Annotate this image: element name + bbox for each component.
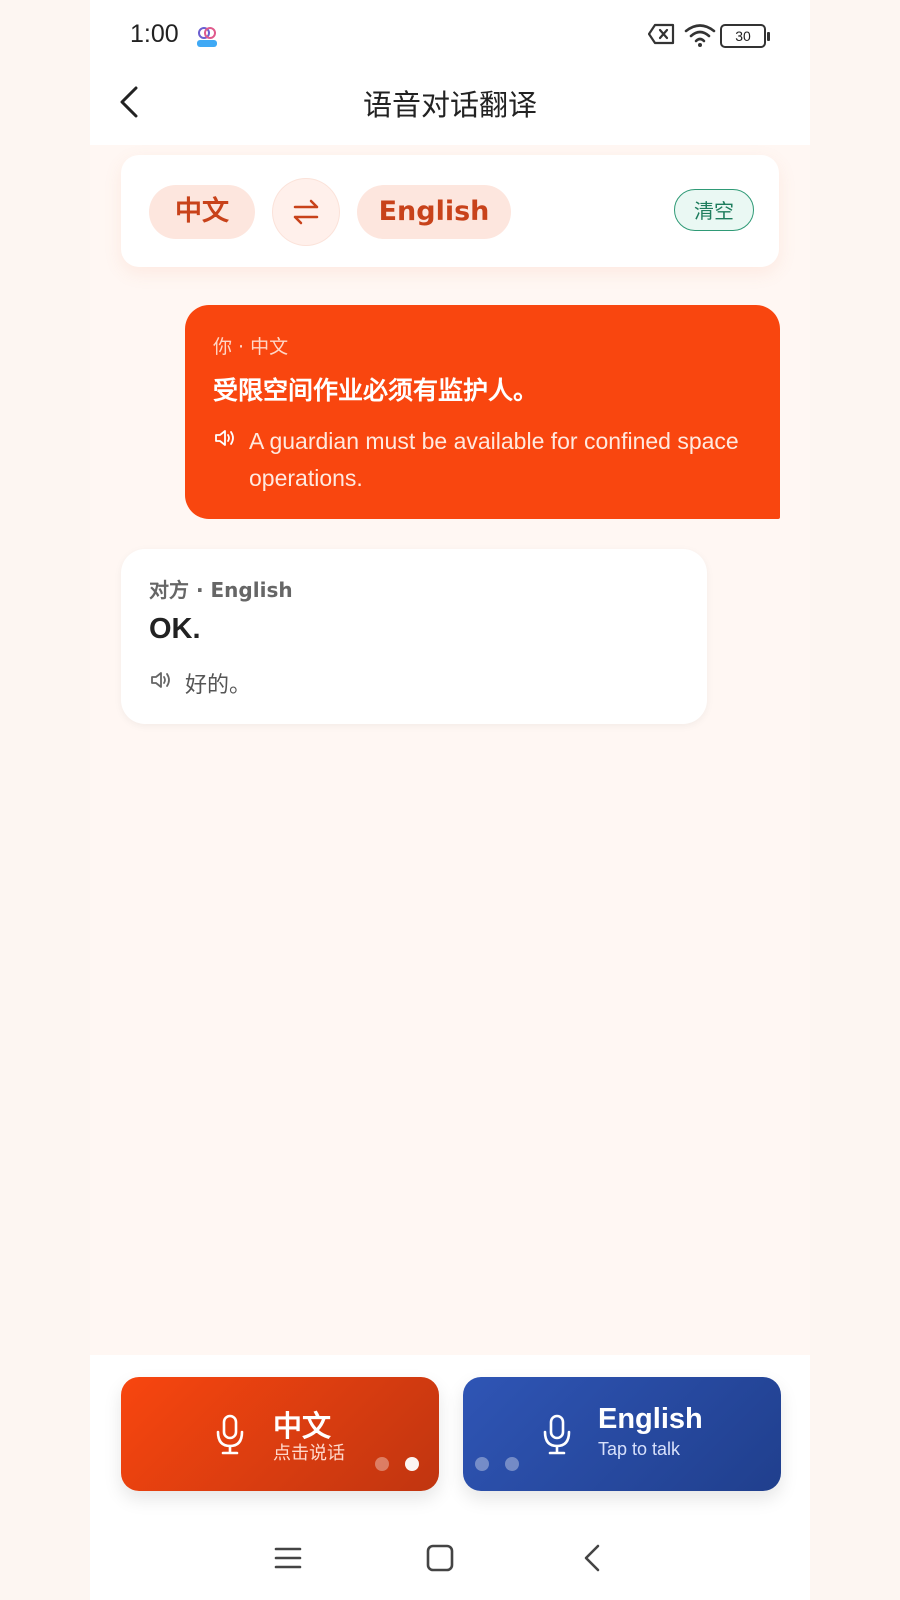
talk-panel: 中文 点击说话 English Tap to talk — [90, 1355, 810, 1600]
sim-no-signal-icon — [648, 23, 675, 45]
menu-icon[interactable] — [270, 1540, 306, 1576]
microphone-icon — [543, 1414, 571, 1455]
microphone-icon — [216, 1414, 244, 1455]
message-translation: 好的。 — [185, 673, 252, 698]
talk-button-subtitle: Tap to talk — [598, 1439, 681, 1459]
swap-languages-button[interactable] — [273, 179, 339, 245]
message-source-text: 受限空间作业必须有监护人。 — [213, 376, 539, 405]
system-navigation-bar — [90, 1520, 810, 1600]
app-notification-icon — [197, 27, 217, 47]
wifi-icon — [684, 24, 716, 47]
top-bar: 1:00 30 语音对话翻译 — [90, 0, 810, 145]
speaker-icon[interactable] — [213, 427, 237, 449]
target-language-button[interactable]: English — [357, 185, 511, 239]
message-translation: A guardian must be available for confine… — [249, 428, 739, 491]
source-language-button[interactable]: 中文 — [149, 185, 255, 239]
message-source-text: OK. — [149, 613, 201, 645]
talk-button-title: English — [598, 1403, 703, 1435]
back-icon[interactable] — [576, 1540, 612, 1576]
app-screen: 1:00 30 语音对话翻译 中文 English 清空 你 · 中文 受限空间… — [90, 0, 810, 1600]
talk-english-button[interactable]: English Tap to talk — [463, 1377, 781, 1491]
talk-chinese-button[interactable]: 中文 点击说话 — [121, 1377, 439, 1491]
indicator-dot — [475, 1457, 489, 1471]
message-speaker-label: 对方 · English — [149, 578, 293, 602]
speaker-icon[interactable] — [149, 669, 173, 691]
other-message-bubble: 对方 · English OK. 好的。 — [121, 549, 707, 724]
battery-icon: 30 — [720, 24, 770, 48]
page-title: 语音对话翻译 — [362, 88, 537, 122]
status-time: 1:00 — [130, 20, 179, 48]
message-speaker-label: 你 · 中文 — [213, 336, 289, 358]
indicator-dot — [375, 1457, 389, 1471]
talk-button-subtitle: 点击说话 — [273, 1443, 345, 1464]
indicator-dot — [405, 1457, 419, 1471]
home-icon[interactable] — [422, 1540, 458, 1576]
clear-button[interactable]: 清空 — [674, 189, 754, 231]
swap-arrows-icon — [293, 199, 319, 225]
my-message-bubble: 你 · 中文 受限空间作业必须有监护人。 A guardian must be … — [185, 305, 780, 519]
language-selector-card: 中文 English 清空 — [121, 155, 779, 267]
indicator-dot — [505, 1457, 519, 1471]
